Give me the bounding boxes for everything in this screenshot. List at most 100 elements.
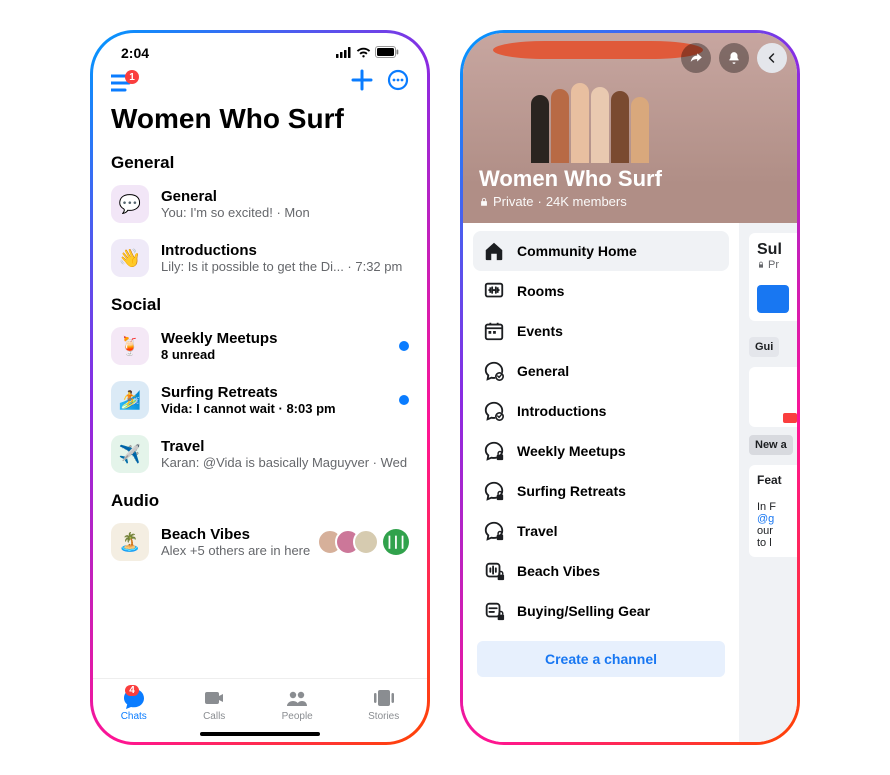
status-time: 2:04 [121, 45, 149, 61]
audio-icon [483, 560, 505, 582]
tab-badge: 4 [125, 685, 139, 696]
create-channel-button[interactable]: Create a channel [477, 641, 725, 677]
cover-title: Women Who Surf [479, 166, 781, 192]
community-drawer: Community Home Rooms Events General Introduc… [463, 223, 739, 742]
unread-dot [399, 395, 409, 405]
chat-preview: 8 unread [161, 347, 387, 362]
home-indicator [200, 732, 320, 736]
cover-subtitle: Private · 24K members [479, 194, 781, 209]
chat-icon [483, 400, 505, 422]
page-title: Women Who Surf [93, 97, 427, 143]
back-button[interactable] [757, 43, 787, 73]
signal-icon [336, 45, 352, 61]
menu-badge: 1 [125, 70, 139, 84]
tab-calls[interactable]: Calls [202, 687, 226, 722]
tab-label: People [282, 711, 313, 722]
rooms-icon [483, 280, 505, 302]
chat-row[interactable]: 🏝️ Beach VibesAlex +5 others are in here ┃… [93, 515, 427, 569]
section-title: General [93, 143, 427, 177]
chat-row[interactable]: 💬 GeneralYou: I'm so excited! · Mon [93, 177, 427, 231]
chat-name: General [161, 188, 409, 205]
share-button[interactable] [681, 43, 711, 73]
plus-icon [351, 69, 373, 91]
section-title: Audio [93, 481, 427, 515]
tab-stories[interactable]: Stories [368, 687, 399, 722]
chevron-left-icon [766, 52, 778, 64]
unread-dot [399, 341, 409, 351]
drawer-item-label: Community Home [517, 243, 637, 259]
chat-avatar: ✈️ [111, 435, 149, 473]
chat-name: Beach Vibes [161, 526, 313, 543]
tab-people[interactable]: People [282, 687, 313, 722]
drawer-item[interactable]: Travel [473, 511, 729, 551]
drawer-item-label: Weekly Meetups [517, 443, 626, 459]
chat-avatar: 💬 [111, 185, 149, 223]
drawer-item[interactable]: Rooms [473, 271, 729, 311]
messenger-phone: 2:04 1 [90, 30, 430, 745]
chat-row[interactable]: 🏄 Surfing RetreatsVida: I cannot wait · 8… [93, 373, 427, 427]
drawer-item[interactable]: Beach Vibes [473, 551, 729, 591]
drawer-item-label: Events [517, 323, 563, 339]
drawer-item-label: Introductions [517, 403, 606, 419]
more-button[interactable] [387, 69, 409, 97]
wifi-icon [356, 45, 371, 61]
drawer-item-label: Surfing Retreats [517, 483, 626, 499]
chat-preview: Lily: Is it possible to get the Di... · … [161, 259, 409, 274]
chat-preview: You: I'm so excited! · Mon [161, 205, 409, 220]
chat-lock-icon [483, 440, 505, 462]
people-illustration [503, 55, 677, 163]
more-icon [387, 69, 409, 91]
chat-lock-icon [483, 520, 505, 542]
chat-name: Introductions [161, 242, 409, 259]
stories-icon [372, 687, 396, 709]
chat-icon [483, 360, 505, 382]
drawer-item[interactable]: General [473, 351, 729, 391]
tab-chats[interactable]: Chats 4 [121, 687, 147, 722]
sidebar-menu-button[interactable]: 1 [111, 74, 133, 92]
chat-avatar: 🏄 [111, 381, 149, 419]
chat-name: Weekly Meetups [161, 330, 387, 347]
drawer-item[interactable]: Introductions [473, 391, 729, 431]
audio-wave-icon: ┃┃┃ [383, 529, 409, 555]
people-icon [285, 687, 309, 709]
chat-row[interactable]: 🍹 Weekly Meetups8 unread [93, 319, 427, 373]
chat-lock-alt-icon [483, 600, 505, 622]
calls-icon [202, 687, 226, 709]
tab-label: Chats [121, 711, 147, 722]
drawer-item-label: Travel [517, 523, 557, 539]
chat-lock-icon [483, 480, 505, 502]
battery-icon [375, 45, 399, 61]
chat-name: Travel [161, 438, 409, 455]
events-icon [483, 320, 505, 342]
drawer-item[interactable]: Weekly Meetups [473, 431, 729, 471]
drawer-item[interactable]: Buying/Selling Gear [473, 591, 729, 631]
audio-participants: ┃┃┃ [325, 529, 409, 555]
drawer-item-label: Beach Vibes [517, 563, 600, 579]
chat-row[interactable]: 👋 IntroductionsLily: Is it possible to ge… [93, 231, 427, 285]
cover: Women Who Surf Private · 24K members [463, 33, 797, 223]
chat-row[interactable]: ✈️TravelKaran: @Vida is basically Maguyv… [93, 427, 427, 481]
home-icon [483, 240, 505, 262]
section-title: Social [93, 285, 427, 319]
share-icon [689, 51, 703, 65]
bell-icon [727, 51, 741, 65]
chat-preview: Alex +5 others are in here [161, 543, 313, 558]
drawer-item[interactable]: Surfing Retreats [473, 471, 729, 511]
drawer-item-label: Buying/Selling Gear [517, 603, 650, 619]
chat-avatar: 👋 [111, 239, 149, 277]
chat-name: Surfing Retreats [161, 384, 387, 401]
compose-button[interactable] [351, 69, 373, 97]
drawer-item[interactable]: Events [473, 311, 729, 351]
background-peek: Sul Pr Gui New a Feat In F @g our [739, 223, 797, 742]
community-phone: Women Who Surf Private · 24K members Com… [460, 30, 800, 745]
lock-icon [479, 197, 489, 207]
drawer-item-label: General [517, 363, 569, 379]
notifications-button[interactable] [719, 43, 749, 73]
chat-avatar: 🍹 [111, 327, 149, 365]
drawer-item[interactable]: Community Home [473, 231, 729, 271]
chat-avatar: 🏝️ [111, 523, 149, 561]
status-bar: 2:04 [93, 33, 427, 63]
tab-label: Calls [203, 711, 225, 722]
tab-label: Stories [368, 711, 399, 722]
chat-preview: Vida: I cannot wait · 8:03 pm [161, 401, 387, 416]
